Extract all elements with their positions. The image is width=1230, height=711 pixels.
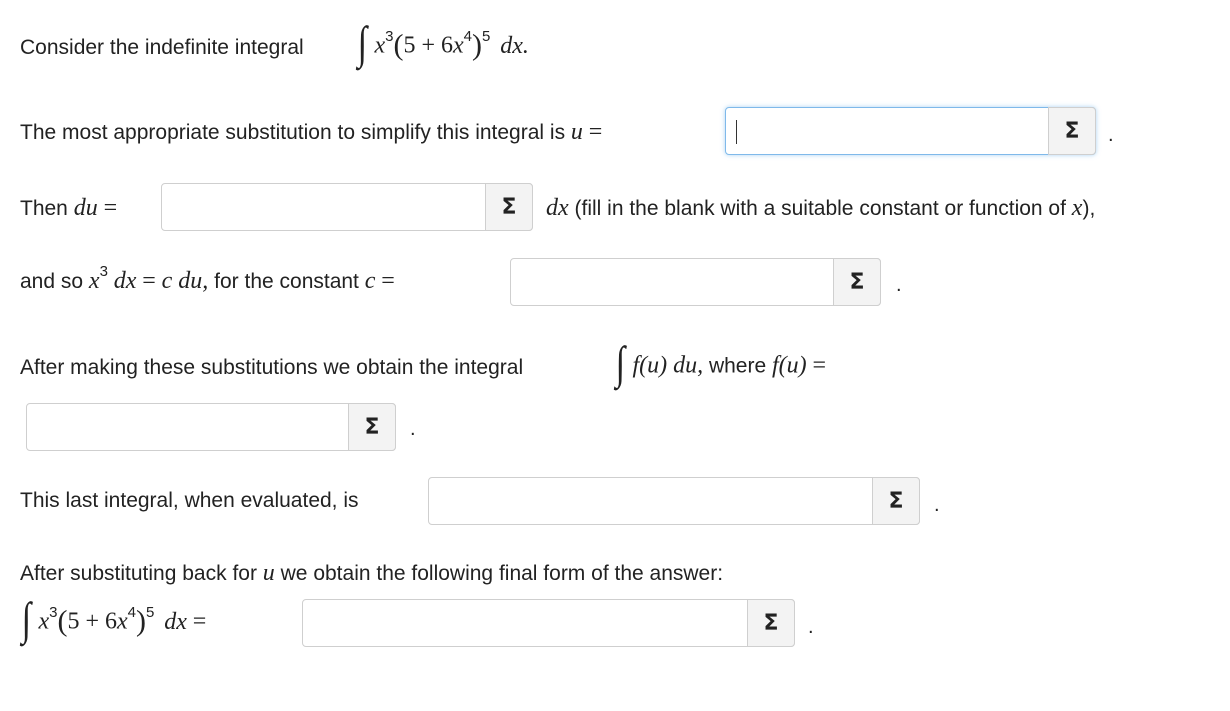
period: . xyxy=(410,418,416,440)
sigma-icon[interactable]: Σ xyxy=(747,599,795,647)
equals: = xyxy=(588,119,603,145)
substitution-text: The most appropriate substitution to sim… xyxy=(20,121,566,144)
expr-dx: dx xyxy=(164,608,187,635)
period: . xyxy=(808,616,814,638)
final-integral-expression: ∫ x3(5 + 6x4)5 dx = xyxy=(21,593,207,644)
then-text: Then xyxy=(20,197,68,220)
fill-blank-text: (fill in the blank with a suitable const… xyxy=(574,197,1066,220)
final-text-b: we obtain the following final form of th… xyxy=(280,562,724,585)
expr-exp5: 5 xyxy=(146,603,155,621)
equals: = xyxy=(381,268,395,294)
c-du: c du, xyxy=(161,268,209,294)
final-answer-input[interactable] xyxy=(303,600,747,646)
exp3: 3 xyxy=(99,263,108,280)
evaluated-text: This last integral, when evaluated, is xyxy=(20,489,359,512)
u-var: u xyxy=(570,119,583,145)
period: . xyxy=(934,494,940,516)
constant-question: and so x3 dx = c du, for the constant c … xyxy=(20,263,395,295)
substitution-question: The most appropriate substitution to sim… xyxy=(20,119,602,146)
equals: = xyxy=(142,268,156,294)
expr-x: x xyxy=(374,32,386,59)
c-answer-input[interactable] xyxy=(511,259,833,305)
equals: = xyxy=(103,195,118,221)
expr-exp4: 4 xyxy=(463,27,472,45)
final-form-text: After substituting back for u we obtain … xyxy=(20,560,723,587)
suffix-end: ), xyxy=(1082,197,1096,220)
fu-question: After making these substitutions we obta… xyxy=(20,356,523,380)
sigma-icon[interactable]: Σ xyxy=(872,477,920,525)
integral-sign-icon: ∫ xyxy=(21,593,32,644)
expr-inner: 5 + 6 xyxy=(403,32,453,59)
expr-exp5: 5 xyxy=(482,27,491,45)
sigma-icon[interactable]: Σ xyxy=(833,258,881,306)
expr-dx: dx. xyxy=(500,32,529,59)
expr-exp3: 3 xyxy=(385,27,394,45)
equals: = xyxy=(192,608,207,635)
expr-x: x xyxy=(38,608,50,635)
c-answer-field[interactable]: Σ xyxy=(510,258,881,306)
fu-var: f(u) xyxy=(772,352,807,379)
x-var: x xyxy=(1071,195,1083,221)
sigma-icon[interactable]: Σ xyxy=(485,183,533,231)
integral-sign-icon: ∫ xyxy=(615,337,626,388)
fu-du: f(u) du, xyxy=(632,352,704,379)
evaluated-answer-field[interactable]: Σ xyxy=(428,477,920,525)
expr-exp4: 4 xyxy=(127,603,136,621)
du-var: du xyxy=(73,195,98,221)
sigma-icon[interactable]: Σ xyxy=(348,403,396,451)
expr-exp3: 3 xyxy=(49,603,58,621)
du-answer-field[interactable]: Σ xyxy=(161,183,533,231)
question-intro: Consider the indefinite integral xyxy=(20,36,304,60)
intro-text: Consider the indefinite integral xyxy=(20,36,304,59)
u-answer-input[interactable] xyxy=(726,108,1048,154)
u-var: u xyxy=(262,560,275,586)
period: . xyxy=(1108,124,1114,146)
du-answer-input[interactable] xyxy=(162,184,485,230)
expr-inner: 5 + 6 xyxy=(67,608,117,635)
dx-var: dx xyxy=(546,195,569,221)
text-caret xyxy=(736,120,737,144)
du-question: Then du = xyxy=(20,195,117,222)
equals: = xyxy=(812,352,827,379)
period: . xyxy=(896,274,902,296)
evaluated-question: This last integral, when evaluated, is xyxy=(20,489,359,513)
dx-var: dx xyxy=(113,268,137,294)
du-suffix: dx (fill in the blank with a suitable co… xyxy=(546,195,1095,222)
c-var: c xyxy=(364,268,376,294)
final-text-a: After substituting back for xyxy=(20,562,257,585)
fu-expression: ∫ f(u) du, where f(u) = xyxy=(614,340,827,390)
u-answer-field[interactable]: Σ xyxy=(725,107,1096,155)
x-var: x xyxy=(88,268,100,294)
final-answer-field[interactable]: Σ xyxy=(302,599,795,647)
after-sub-text: After making these substitutions we obta… xyxy=(20,356,524,379)
where-text: where xyxy=(708,354,767,378)
evaluated-answer-input[interactable] xyxy=(429,478,872,524)
fu-answer-field[interactable]: Σ xyxy=(26,403,396,451)
fu-answer-input[interactable] xyxy=(27,404,348,450)
integral-sign-icon: ∫ xyxy=(357,17,368,68)
and-so-text: and so xyxy=(20,270,84,293)
constant-text: for the constant xyxy=(214,270,359,293)
sigma-icon[interactable]: Σ xyxy=(1048,107,1096,155)
integral-expression: ∫ x3(5 + 6x4)5 dx. xyxy=(357,17,529,68)
